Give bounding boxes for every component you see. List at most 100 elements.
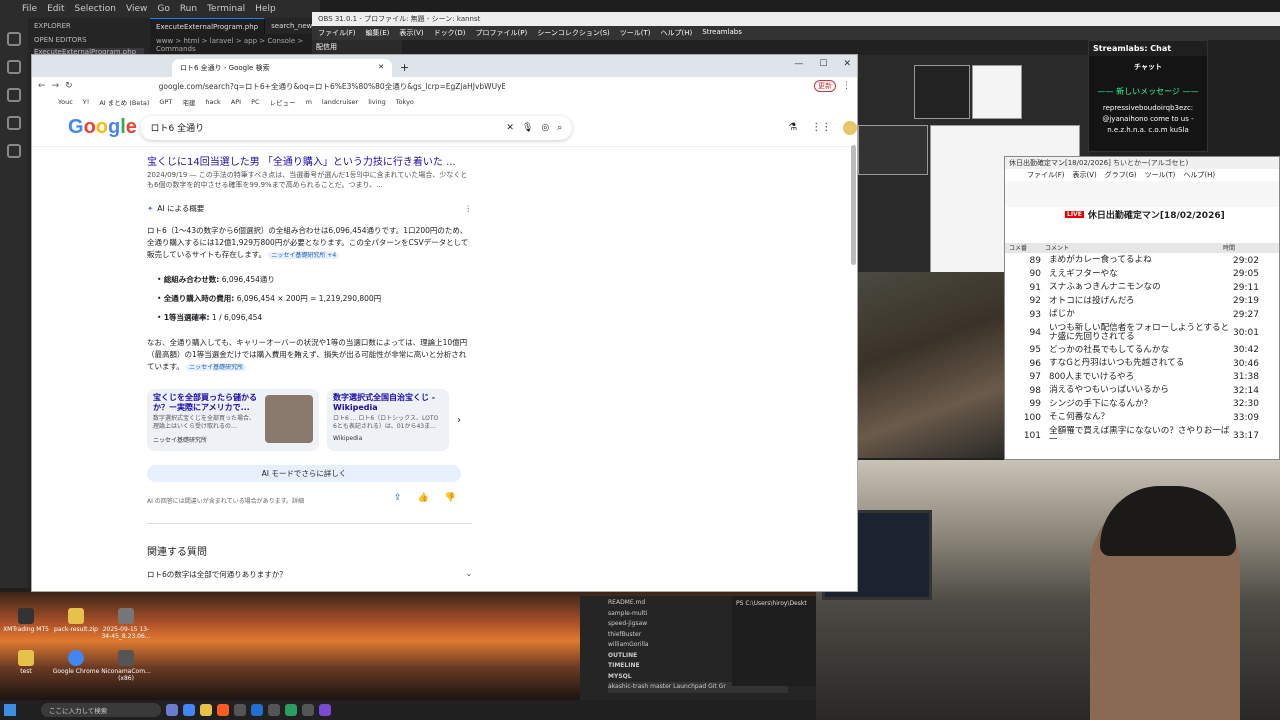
bookmark[interactable]: PC [251,98,259,106]
new-tab-icon[interactable]: + [392,61,417,77]
menu-terminal[interactable]: Terminal [207,4,245,14]
comment-row[interactable]: 98 消えるやつもいっぱいいるから 32:14 [1005,384,1279,398]
nico-menu-tools[interactable]: ツール(T) [1145,170,1176,180]
desktop-icon[interactable]: pack-result.zip [50,608,102,633]
app-icon[interactable] [319,704,331,716]
lens-icon[interactable]: ◎ [541,123,549,133]
search-icon[interactable] [7,60,21,74]
bookmark[interactable]: m [306,98,312,106]
menu-file[interactable]: File [22,4,37,14]
app-icon[interactable] [166,704,178,716]
obs-menu-scenes[interactable]: シーンコレクション(S) [537,28,610,38]
address-bar[interactable]: google.com/search?q=ロト6+全通り&oq=ロト6%E3%80… [155,79,505,93]
tab-execute[interactable]: ExecuteExternalProgram.php [150,18,266,34]
app-icon[interactable] [251,704,263,716]
clear-icon[interactable]: ✕ [506,123,514,133]
menu-icon[interactable]: ⋮ [842,81,851,91]
source-control-icon[interactable] [7,88,21,102]
more-icon[interactable]: ⋮ [465,203,473,215]
nico-menu-view[interactable]: 表示(V) [1073,170,1097,180]
comment-row[interactable]: 93 ぱじか 29:27 [1005,308,1279,322]
back-icon[interactable]: ← [38,81,46,91]
menu-run[interactable]: Run [180,4,197,14]
bookmark[interactable]: living [368,98,386,106]
terminal[interactable]: PS C:\Users\hiroy\Deskt [732,596,816,686]
bookmark[interactable]: Y! [83,98,90,106]
open-editors[interactable]: OPEN EDITORS [34,36,144,44]
tab-close-icon[interactable]: ✕ [378,63,384,73]
update-button[interactable]: 更新 [814,80,836,92]
minimize-icon[interactable]: — [794,59,803,69]
app-icon[interactable] [285,704,297,716]
menu-view[interactable]: View [126,4,147,14]
bookmark[interactable]: GPT [159,98,172,106]
files-icon[interactable] [7,32,21,46]
extensions-icon[interactable] [7,144,21,158]
obs-menu-help[interactable]: ヘルプ(H) [661,28,693,38]
app-icon[interactable] [268,704,280,716]
thumbs-down-icon[interactable]: 👎 [445,493,456,503]
bookmark[interactable]: レビュー [270,97,296,107]
obs-menu-tools[interactable]: ツール(T) [620,28,651,38]
close-icon[interactable]: ✕ [843,59,851,69]
menu-selection[interactable]: Selection [75,4,116,14]
search-box[interactable]: ロト6 全通り ✕ 🎙 ◎ ⌕ [140,115,573,140]
nico-menu-graph[interactable]: グラフ(G) [1105,170,1137,180]
start-icon[interactable] [4,704,16,716]
bookmark[interactable]: 宅建 [182,97,195,107]
search-query[interactable]: ロト6 全通り [150,121,498,134]
desktop-icon[interactable]: 2025-09-15 13-34-45_8.23.06... [100,608,152,640]
share-icon[interactable]: ⇪ [394,493,402,503]
bookmark[interactable]: Tokyo [396,98,414,106]
app-icon[interactable] [234,704,246,716]
bookmark[interactable]: hack [205,98,220,106]
chevron-right-icon[interactable]: › [457,415,461,426]
comment-row[interactable]: 100 そこ何番なん？ 33:09 [1005,411,1279,425]
nico-menu-help[interactable]: ヘルプ(H) [1183,170,1215,180]
obs-menu-view[interactable]: 表示(V) [399,28,423,38]
comment-row[interactable]: 99 シンジの手下になるんか？ 32:30 [1005,398,1279,412]
comment-row[interactable]: 89 まめがカレー食ってるよね 29:02 [1005,254,1279,268]
bookmark[interactable]: API [231,98,241,106]
menu-help[interactable]: Help [255,4,276,14]
citation-chip[interactable]: ニッセイ基礎研究所 +4 [268,252,340,259]
comment-row[interactable]: 90 ええギフターやな 29:05 [1005,268,1279,282]
brave-icon[interactable] [217,704,229,716]
source-card[interactable]: 数字選択式全国自治宝くじ - Wikipedia ロト6 ... ロト6（ロトシ… [327,389,449,451]
comment-row[interactable]: 92 オトコには投げんだろ 29:19 [1005,295,1279,309]
app-icon[interactable] [302,704,314,716]
taskbar-search[interactable]: ここに入力して検索 [41,703,161,717]
obs-menu-dock[interactable]: ドック(D) [434,28,466,38]
desktop-icon[interactable]: test [0,650,52,675]
avatar[interactable] [843,120,857,135]
comment-row[interactable]: 91 スナふぁつきんナニモンなの 29:11 [1005,281,1279,295]
google-logo[interactable]: Google [68,116,146,139]
comment-row[interactable]: 95 どっかの社長でもしてるんかな 30:42 [1005,344,1279,358]
bookmark[interactable]: Youc [58,98,73,106]
folder-icon[interactable] [200,704,212,716]
desktop-icon[interactable]: Google Chrome [50,650,102,675]
thumbs-up-icon[interactable]: 👍 [418,493,429,503]
chrome-icon[interactable] [183,704,195,716]
menu-go[interactable]: Go [157,4,169,14]
result-title[interactable]: 宝くじに14回当選した男 「全通り購入」という力技に行き着いた ... [147,153,472,168]
menu-edit[interactable]: Edit [47,4,64,14]
debug-icon[interactable] [7,116,21,130]
desktop-icon[interactable]: NiconamaCom... (x86) [100,650,152,682]
desktop-icon[interactable]: XMTrading MT5 [0,608,52,633]
nico-menu-file[interactable]: ファイル(F) [1027,170,1065,180]
comment-row[interactable]: 101 全額罹で買えば黒字になないの？さやりお一ば一 33:17 [1005,425,1279,447]
scrollbar[interactable] [851,145,856,265]
maximize-icon[interactable]: ☐ [819,59,827,69]
search-icon[interactable]: ⌕ [557,123,572,133]
source-card[interactable]: 宝くじを全部買ったら儲かるか？ー実際にアメリカで... 数字選択式宝くじを全部買… [147,389,319,451]
obs-menu-edit[interactable]: 編集(E) [366,28,390,38]
bookmark[interactable]: AI まとめ (Beta) [99,97,149,107]
comment-row[interactable]: 97 800人までいけるやろ 31:38 [1005,371,1279,385]
apps-icon[interactable]: ⋮⋮ [811,122,831,133]
reload-icon[interactable]: ↻ [65,81,73,91]
comment-row[interactable]: 94 いつも新しい配信者をフォローしようとするとナ盛に先回りされてる 30:01 [1005,322,1279,344]
obs-menu-streamlabs[interactable]: Streamlabs [702,28,742,38]
forward-icon[interactable]: → [52,81,60,91]
mic-icon[interactable]: 🎙 [522,123,533,133]
